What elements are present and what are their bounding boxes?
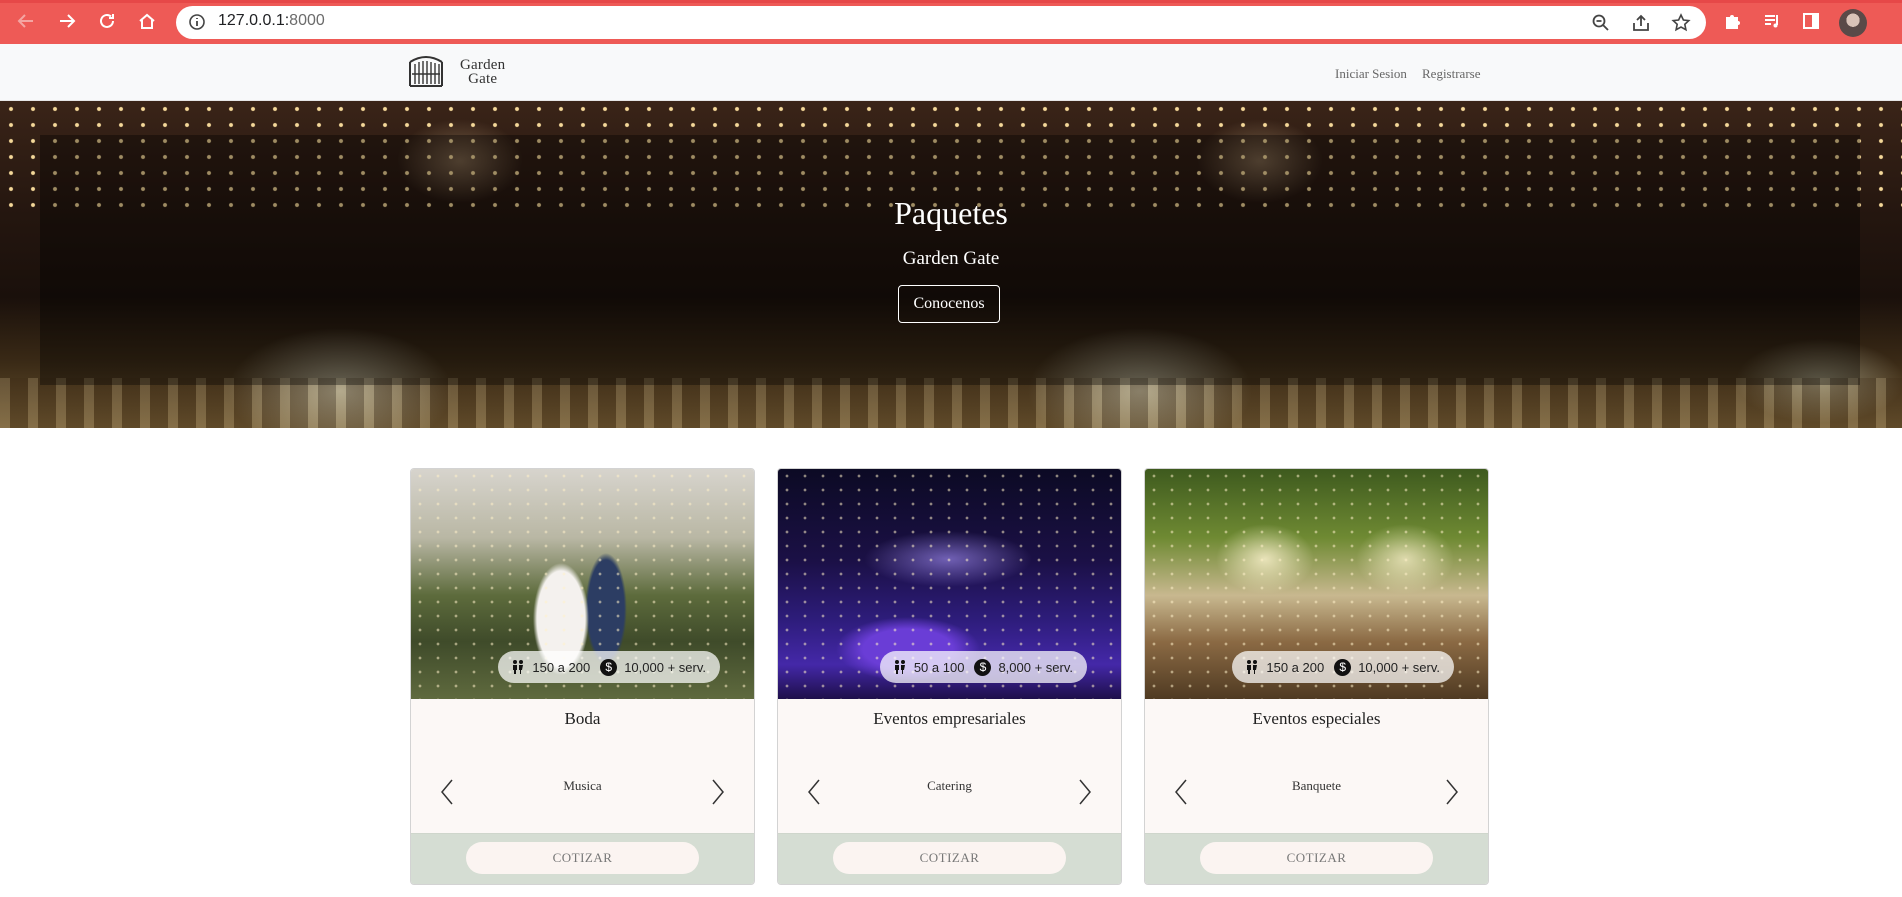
home-icon xyxy=(137,11,157,36)
people-icon xyxy=(1244,659,1260,675)
home-button[interactable] xyxy=(133,9,161,37)
hero-subtitle: Garden Gate xyxy=(902,248,1000,269)
logo-line-1: Garden xyxy=(460,57,506,73)
url-text: 127.0.0.1:8000 xyxy=(218,12,325,29)
feature-label: Musica xyxy=(563,778,602,793)
garden-gate-logo-icon[interactable] xyxy=(408,54,444,88)
hero-glassware xyxy=(0,378,1902,428)
cotizar-button[interactable]: COTIZAR xyxy=(1200,842,1433,874)
browser-toolbar: 127.0.0.1:8000 xyxy=(0,0,1902,44)
share-icon[interactable] xyxy=(1631,13,1651,33)
site-navbar: Garden Gate Iniciar Sesion Registrarse xyxy=(0,44,1902,101)
guest-range: 150 a 200 xyxy=(1266,659,1325,675)
side-panel-icon xyxy=(1801,11,1821,36)
puzzle-icon xyxy=(1722,11,1742,36)
cotizar-button[interactable]: COTIZAR xyxy=(466,842,699,874)
card-footer: COTIZAR xyxy=(778,833,1121,884)
conocenos-button[interactable]: Conocenos xyxy=(898,285,1000,323)
feature-label: Catering xyxy=(927,778,972,793)
card-footer: COTIZAR xyxy=(411,833,754,884)
hero-banner: Paquetes Garden Gate Conocenos xyxy=(0,101,1902,428)
zoom-icon[interactable] xyxy=(1591,13,1611,33)
back-button[interactable] xyxy=(12,9,40,37)
hero-title: Paquetes xyxy=(894,195,1008,231)
package-card-eventos-empresariales: 50 a 100 $ 8,000 + serv. Eventos empresa… xyxy=(777,468,1122,885)
card-title: Eventos empresariales xyxy=(873,709,1026,728)
address-bar[interactable]: 127.0.0.1:8000 xyxy=(176,6,1706,39)
carousel-next-icon[interactable] xyxy=(1442,777,1462,807)
feature-label: Banquete xyxy=(1291,778,1342,793)
package-card-eventos-especiales: 150 a 200 $ 10,000 + serv. Eventos espec… xyxy=(1144,468,1489,885)
people-icon xyxy=(892,659,908,675)
carousel-next-icon[interactable] xyxy=(1075,777,1095,807)
guest-range: 150 a 200 xyxy=(532,659,591,675)
dollar-icon: $ xyxy=(600,658,618,676)
extensions-button[interactable] xyxy=(1718,9,1746,37)
dollar-icon: $ xyxy=(974,658,992,676)
logo-line-2: Gate xyxy=(468,71,498,87)
package-card-boda: 150 a 200 $ 10,000 + serv. Boda Musica C… xyxy=(410,468,755,885)
nav-login-link[interactable]: Iniciar Sesion xyxy=(1335,66,1407,82)
card-title: Eventos especiales xyxy=(1252,709,1381,728)
playlist-icon xyxy=(1762,11,1782,36)
reload-button[interactable] xyxy=(93,9,121,37)
dollar-icon: $ xyxy=(1334,658,1352,676)
site-info-icon[interactable] xyxy=(188,13,206,31)
guest-range: 50 a 100 xyxy=(913,659,965,675)
forward-arrow-icon xyxy=(57,11,77,36)
package-info-pill: 50 a 100 $ 8,000 + serv. xyxy=(879,651,1087,683)
cotizar-button[interactable]: COTIZAR xyxy=(833,842,1066,874)
package-price: 8,000 + serv. xyxy=(998,659,1073,675)
package-price: 10,000 + serv. xyxy=(624,659,706,675)
side-panel-button[interactable] xyxy=(1797,9,1825,37)
bookmark-star-icon[interactable] xyxy=(1671,13,1691,33)
package-info-pill: 150 a 200 $ 10,000 + serv. xyxy=(1232,651,1454,683)
reload-icon xyxy=(97,11,117,36)
package-price: 10,000 + serv. xyxy=(1358,659,1440,675)
media-button[interactable] xyxy=(1758,9,1786,37)
logo-text[interactable]: Garden Gate xyxy=(460,57,506,87)
people-icon xyxy=(510,659,526,675)
profile-avatar[interactable] xyxy=(1839,9,1867,37)
package-info-pill: 150 a 200 $ 10,000 + serv. xyxy=(498,651,720,683)
carousel-next-icon[interactable] xyxy=(708,777,728,807)
nav-register-link[interactable]: Registrarse xyxy=(1422,66,1480,82)
card-title: Boda xyxy=(564,709,601,728)
forward-button[interactable] xyxy=(53,9,81,37)
card-footer: COTIZAR xyxy=(1145,833,1488,884)
back-arrow-icon xyxy=(16,11,36,36)
